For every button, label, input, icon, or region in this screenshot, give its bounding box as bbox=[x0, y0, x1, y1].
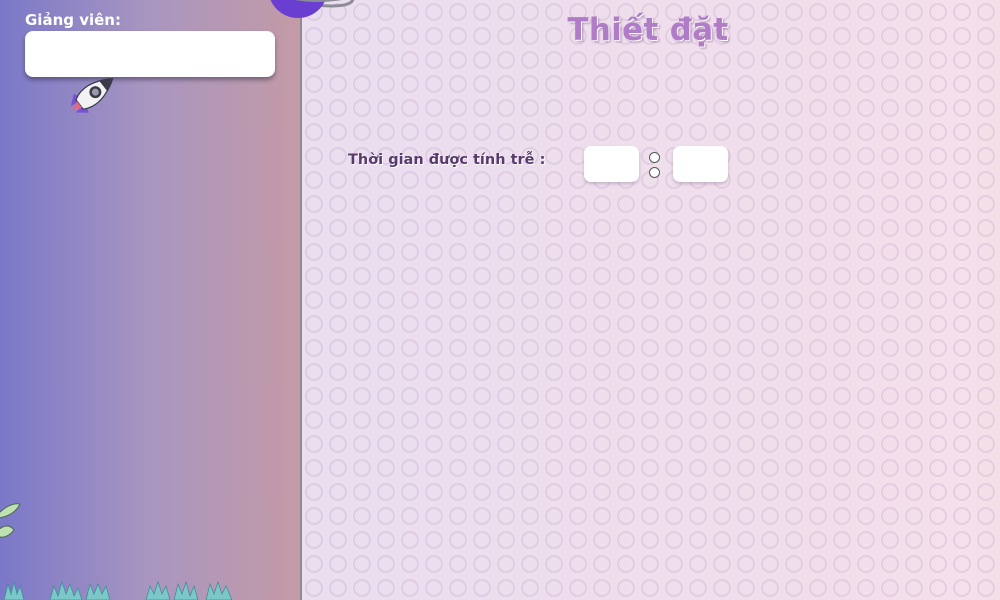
leaf-icon bbox=[0, 503, 21, 538]
late-minutes-input[interactable] bbox=[673, 146, 728, 182]
rocket-icon bbox=[70, 77, 114, 113]
sidebar: Giảng viên: bbox=[0, 0, 302, 600]
page-title: Thiết đặt bbox=[567, 12, 729, 48]
late-time-label: Thời gian được tính trễ : bbox=[348, 152, 546, 168]
grass-decoration bbox=[3, 580, 233, 600]
main-panel bbox=[302, 0, 1000, 600]
late-hours-input[interactable] bbox=[584, 146, 639, 182]
colon-separator-top bbox=[649, 152, 660, 163]
colon-separator-bottom bbox=[649, 167, 660, 178]
